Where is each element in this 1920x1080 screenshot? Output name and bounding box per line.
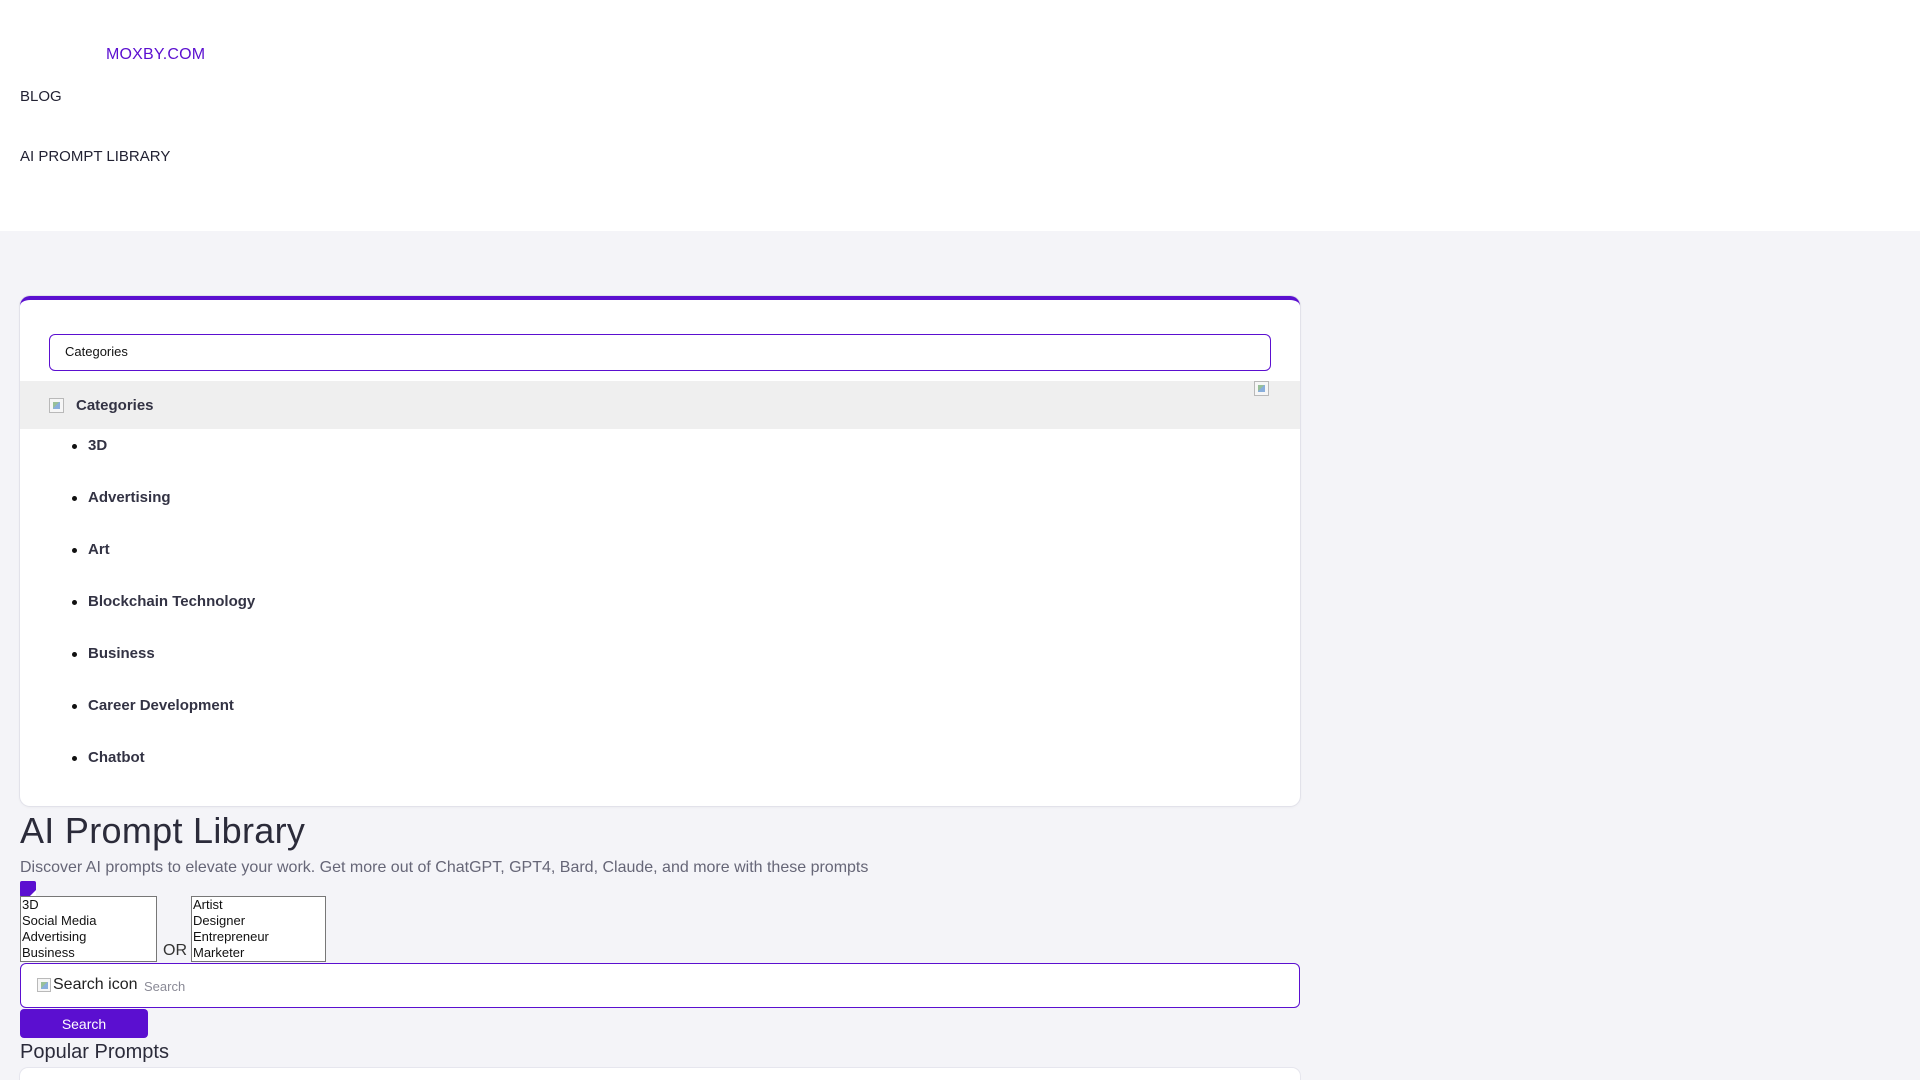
page-subtitle: Discover AI prompts to elevate your work… (20, 859, 869, 876)
nav-blog-link[interactable]: BLOG (20, 88, 62, 105)
category-item-blockchain-technology[interactable]: Blockchain Technology (20, 593, 255, 645)
categories-header[interactable]: Categories (20, 381, 1300, 429)
category-item-art[interactable]: Art (20, 541, 255, 593)
categories-panel: Categories Categories 3D Advertising Art… (20, 296, 1300, 806)
broken-image-icon (37, 978, 51, 992)
category-item-chatbot[interactable]: Chatbot (20, 749, 255, 801)
category-item-business[interactable]: Business (20, 645, 255, 697)
category-item-3d[interactable]: 3D (20, 437, 255, 489)
role-option[interactable]: Marketer (192, 945, 325, 961)
category-option[interactable]: Advertising (21, 929, 156, 945)
or-label: OR (163, 942, 187, 959)
role-listbox[interactable]: Artist Designer Entrepreneur Marketer (191, 896, 326, 962)
category-listbox[interactable]: 3D Social Media Advertising Business (20, 896, 157, 962)
role-option[interactable]: Designer (192, 913, 325, 929)
category-option[interactable]: Social Media (21, 913, 156, 929)
search-icon: Search icon (37, 976, 138, 994)
filter-toggle-icon[interactable] (20, 881, 36, 897)
site-header: MOXBY.COM BLOG AI PROMPT LIBRARY (0, 0, 1920, 231)
role-option[interactable]: Artist (192, 897, 325, 913)
categories-select[interactable]: Categories (49, 334, 1271, 371)
category-item-advertising[interactable]: Advertising (20, 489, 255, 541)
categories-icon (49, 398, 64, 413)
search-box: Search icon (20, 963, 1300, 1008)
page-title: AI Prompt Library (20, 810, 306, 851)
categories-list: 3D Advertising Art Blockchain Technology… (20, 437, 255, 801)
category-item-career-development[interactable]: Career Development (20, 697, 255, 749)
categories-header-title: Categories (76, 397, 154, 414)
collapse-toggle-icon[interactable] (1254, 381, 1269, 396)
popular-prompt-card[interactable] (20, 1068, 1300, 1080)
nav-ai-prompt-library-link[interactable]: AI PROMPT LIBRARY (20, 148, 170, 165)
search-input[interactable] (142, 972, 1282, 1000)
role-option[interactable]: Entrepreneur (192, 929, 325, 945)
popular-prompts-title: Popular Prompts (20, 1041, 169, 1063)
category-option[interactable]: 3D (21, 897, 156, 913)
search-icon-alt-text: Search icon (53, 976, 138, 993)
brand-link[interactable]: MOXBY.COM (106, 46, 205, 64)
category-option[interactable]: Business (21, 945, 156, 961)
search-button[interactable]: Search (20, 1009, 148, 1038)
